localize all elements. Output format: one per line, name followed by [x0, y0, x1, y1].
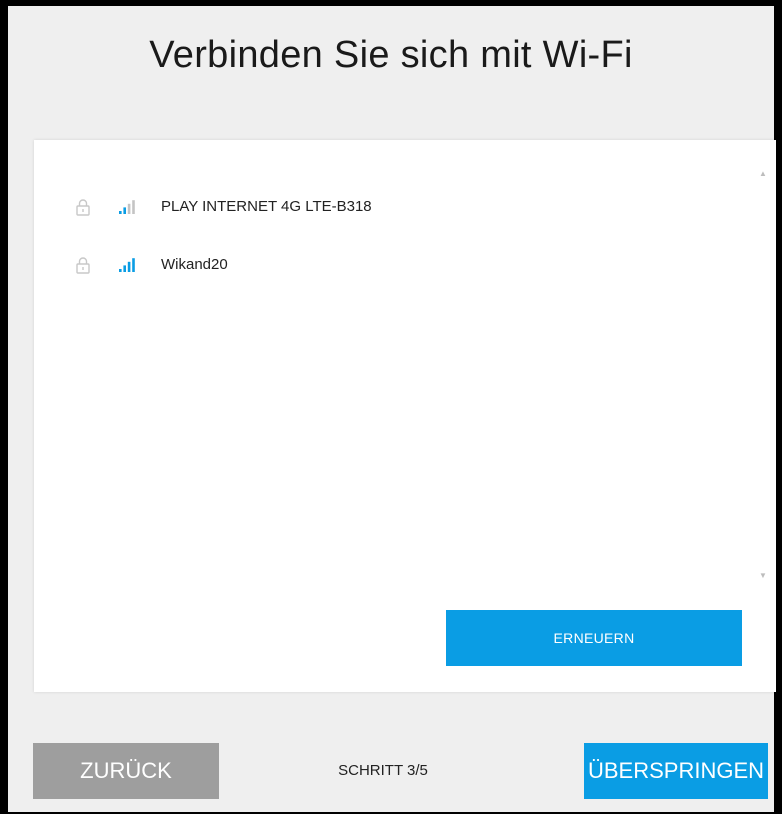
signal-bar — [127, 261, 131, 272]
setup-wizard-frame: Verbinden Sie sich mit Wi-Fi PLAY INTERN… — [8, 6, 776, 812]
scroll-up-icon[interactable]: ▲ — [758, 170, 768, 178]
network-list-card: PLAY INTERNET 4G LTE-B318 Wikand20 ▲ ▼ E… — [34, 140, 776, 692]
signal-bar — [132, 258, 135, 272]
signal-bar — [119, 269, 122, 272]
signal-bar — [123, 265, 126, 272]
network-name: PLAY INTERNET 4G LTE-B318 — [161, 198, 372, 215]
scrollbar[interactable]: ▲ ▼ — [758, 170, 768, 580]
wifi-signal-icon — [118, 257, 136, 272]
refresh-button[interactable]: ERNEUERN — [446, 610, 742, 666]
back-button[interactable]: ZURÜCK — [33, 743, 219, 799]
network-item[interactable]: PLAY INTERNET 4G LTE-B318 — [34, 190, 734, 248]
lock-icon — [76, 256, 90, 274]
page-title: Verbinden Sie sich mit Wi-Fi — [149, 34, 633, 76]
lock-icon — [76, 198, 90, 216]
wifi-signal-icon — [118, 199, 136, 214]
network-list: PLAY INTERNET 4G LTE-B318 Wikand20 — [34, 190, 734, 306]
step-indicator: SCHRITT 3/5 — [338, 762, 428, 779]
signal-bar — [123, 207, 126, 214]
skip-button[interactable]: ÜBERSPRINGEN — [584, 743, 768, 799]
scroll-down-icon[interactable]: ▼ — [758, 572, 768, 580]
signal-bar — [119, 211, 122, 214]
network-item[interactable]: Wikand20 — [34, 248, 734, 306]
signal-bar — [132, 200, 135, 214]
network-name: Wikand20 — [161, 256, 228, 273]
signal-bar — [127, 203, 131, 214]
